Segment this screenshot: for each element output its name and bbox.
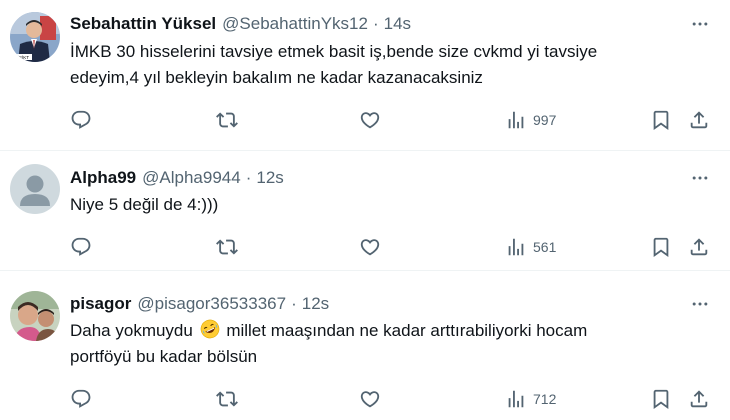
share-button[interactable] <box>688 235 710 259</box>
tweet-text-part: Daha yokmuydu <box>70 321 193 340</box>
retweet-button[interactable] <box>216 108 238 132</box>
timestamp[interactable]: 12s <box>302 294 329 314</box>
avatar[interactable] <box>10 164 60 214</box>
tweet-1[interactable]: BESİKT Sebahattin Yüksel @SebahattinYks1… <box>0 0 730 150</box>
rolling-on-floor-laughing-emoji-icon <box>200 319 219 339</box>
bookmark-icon <box>653 237 669 258</box>
retweet-button[interactable] <box>216 235 238 259</box>
bookmark-button[interactable] <box>650 387 672 411</box>
reply-button[interactable] <box>70 235 92 259</box>
tweet-text: Daha yokmuydu millet maaşından ne kadar … <box>70 318 710 370</box>
avatar[interactable]: BESİKT <box>10 12 60 62</box>
share-icon <box>690 390 708 408</box>
tweet-actions: 561 <box>0 235 730 259</box>
tweet-text-part: millet maaşından ne kadar arttırabiliyor… <box>226 321 588 340</box>
bookmark-button[interactable] <box>650 235 672 259</box>
tweet-header: Alpha99 @Alpha9944 · 12s <box>70 166 284 190</box>
tweet-text-line: İMKB 30 hisselerini tavsiye etmek basit … <box>70 42 598 61</box>
separator-dot: · <box>291 294 297 313</box>
views-icon <box>508 390 524 408</box>
tweet-text-line: Daha yokmuydu millet maaşından ne kadar … <box>70 318 710 344</box>
views-count: 997 <box>533 112 557 128</box>
tweet-text-line: Niye 5 değil de 4:))) <box>70 195 219 214</box>
bookmark-icon <box>653 110 669 131</box>
views-icon <box>508 111 524 129</box>
tweet-header: pisagor @pisagor36533367 · 12s <box>70 292 329 316</box>
retweet-icon <box>216 391 238 407</box>
retweet-icon <box>216 112 238 128</box>
more-icon[interactable] <box>688 166 712 190</box>
reply-button[interactable] <box>70 387 92 411</box>
more-icon[interactable] <box>688 12 712 36</box>
reply-icon <box>71 237 91 256</box>
like-icon <box>360 112 380 129</box>
reply-button[interactable] <box>70 108 92 132</box>
share-button[interactable] <box>688 108 710 132</box>
views-count: 561 <box>533 239 557 255</box>
separator-dot: · <box>245 168 252 187</box>
like-button[interactable] <box>359 387 381 411</box>
tweet-2[interactable]: Alpha99 @Alpha9944 · 12s Niye 5 değil de… <box>0 151 730 270</box>
display-name[interactable]: pisagor <box>70 294 131 314</box>
tweet-text: İMKB 30 hisselerini tavsiye etmek basit … <box>70 39 710 91</box>
tweet-text-line: portföyü bu kadar bölsün <box>70 347 258 366</box>
share-icon <box>690 111 708 129</box>
user-handle[interactable]: @SebahattinYks12 <box>222 14 368 34</box>
user-handle[interactable]: @pisagor36533367 <box>137 294 286 314</box>
bookmark-button[interactable] <box>650 108 672 132</box>
like-icon <box>360 239 380 256</box>
reply-icon <box>71 110 91 129</box>
timestamp[interactable]: 14s <box>384 14 411 34</box>
share-button[interactable] <box>688 387 710 411</box>
like-icon <box>360 391 380 408</box>
retweet-icon <box>216 239 238 255</box>
avatar-badge-text: BESİKT <box>13 54 29 60</box>
like-button[interactable] <box>359 235 381 259</box>
tweet-3[interactable]: pisagor @pisagor36533367 · 12s Daha yokm… <box>0 271 730 420</box>
views-button[interactable]: 561 <box>505 235 556 259</box>
tweet-actions: 997 <box>0 108 730 132</box>
timestamp[interactable]: 12s <box>256 168 283 188</box>
more-icon[interactable] <box>688 292 712 316</box>
views-button[interactable]: 997 <box>505 108 556 132</box>
tweet-actions: 712 <box>0 387 730 411</box>
views-button[interactable]: 712 <box>505 387 556 411</box>
retweet-button[interactable] <box>216 387 238 411</box>
share-icon <box>690 238 708 256</box>
reply-icon <box>71 389 91 408</box>
like-button[interactable] <box>359 108 381 132</box>
tweet-header: Sebahattin Yüksel @SebahattinYks12 · 14s <box>70 12 411 36</box>
display-name[interactable]: Sebahattin Yüksel <box>70 14 216 34</box>
separator-dot: · <box>372 14 379 33</box>
display-name[interactable]: Alpha99 <box>70 168 136 188</box>
user-handle[interactable]: @Alpha9944 <box>142 168 241 188</box>
views-count: 712 <box>533 391 557 407</box>
bookmark-icon <box>653 389 669 410</box>
views-icon <box>508 238 524 256</box>
tweet-text-line: edeyim,4 yıl bekleyin bakalım ne kadar k… <box>70 68 483 87</box>
avatar[interactable] <box>10 291 60 341</box>
tweet-text: Niye 5 değil de 4:))) <box>70 192 710 218</box>
